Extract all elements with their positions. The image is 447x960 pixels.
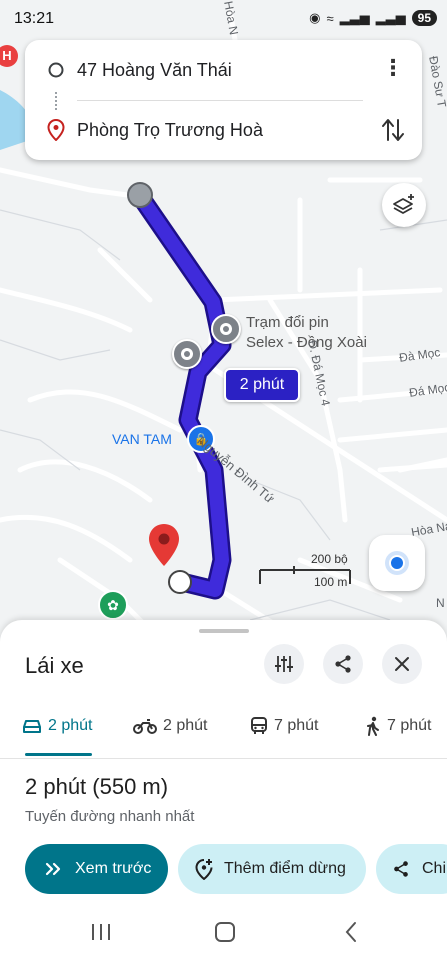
double-chevron-right-icon xyxy=(45,862,61,876)
route-options-button[interactable] xyxy=(264,644,304,684)
status-bar: 13:21 ◉ ≈ ▂▃▅ ▂▃▅ 95 xyxy=(0,0,447,38)
signal-icon: ▂▃▅ xyxy=(339,10,370,25)
preview-button[interactable]: Xem trước xyxy=(25,844,168,894)
route-summary: 2 phút (550 m) xyxy=(25,774,169,799)
car-icon xyxy=(23,720,41,733)
origin-field[interactable]: 47 Hoàng Văn Thái xyxy=(77,60,232,81)
more-options-icon[interactable]: ⋮ xyxy=(381,57,405,83)
location-status-icon: ◉ xyxy=(309,10,321,25)
poi-shop-label[interactable]: VAN TAM xyxy=(112,431,172,447)
bus-icon xyxy=(251,717,267,734)
charging-station-marker-icon[interactable] xyxy=(211,314,241,344)
destination-pin-icon[interactable] xyxy=(147,522,181,568)
motorbike-icon xyxy=(133,719,157,734)
walk-icon xyxy=(367,716,379,736)
sheet-title: Lái xe xyxy=(25,653,84,678)
tab-car-label: 2 phút xyxy=(48,717,93,734)
close-icon xyxy=(395,657,409,671)
battery-badge: 95 xyxy=(411,10,437,26)
sheet-drag-handle[interactable] xyxy=(199,629,249,633)
tune-icon xyxy=(275,656,293,672)
active-tab-indicator xyxy=(25,753,92,756)
location-dot-icon xyxy=(389,555,405,571)
system-navigation-bar xyxy=(0,900,447,960)
destination-field[interactable]: Phòng Trọ Trương Hoà xyxy=(77,120,263,141)
layers-button[interactable] xyxy=(382,183,426,227)
origin-row[interactable]: 47 Hoàng Văn Thái ⋮ xyxy=(25,45,422,95)
origin-circle-icon xyxy=(48,62,64,78)
preview-button-label: Xem trước xyxy=(75,860,152,877)
tab-walk[interactable]: 7 phút xyxy=(365,708,431,744)
home-icon[interactable] xyxy=(214,921,236,943)
share-icon xyxy=(335,655,351,673)
scale-ft-label: 200 bộ xyxy=(311,552,348,566)
status-time: 13:21 xyxy=(14,10,55,27)
add-stop-button[interactable]: Thêm điểm dừng xyxy=(178,844,366,894)
route-description: Tuyến đường nhanh nhất xyxy=(25,808,195,825)
share-route-button-label: Chi xyxy=(422,860,447,877)
signal-icon: ▂▃▅ xyxy=(375,10,406,25)
station-marker-icon[interactable] xyxy=(172,339,202,369)
tab-motorbike[interactable]: 2 phút xyxy=(133,708,207,744)
scale-bar xyxy=(259,566,351,584)
share-route-button[interactable]: Chi xyxy=(376,844,447,894)
route-card: 47 Hoàng Văn Thái ⋮ Phòng Trọ Trương Hoà xyxy=(25,40,422,160)
recent-apps-icon[interactable] xyxy=(90,922,112,942)
add-location-icon xyxy=(195,859,213,880)
swap-directions-icon[interactable] xyxy=(381,117,405,143)
tab-transit[interactable]: 7 phút xyxy=(250,708,318,744)
green-poi-marker-icon[interactable]: ✿ xyxy=(98,590,128,620)
tab-walk-label: 7 phút xyxy=(387,717,432,734)
back-icon[interactable] xyxy=(343,921,359,943)
route-separator xyxy=(77,100,363,101)
destination-pin-outline-icon xyxy=(47,119,65,141)
destination-row[interactable]: Phòng Trọ Trương Hoà xyxy=(25,105,422,155)
status-icons: ◉ ≈ ▂▃▅ ▂▃▅ 95 xyxy=(309,10,437,26)
tab-motorbike-label: 2 phút xyxy=(163,717,208,734)
street-label: N xyxy=(436,596,445,610)
share-button[interactable] xyxy=(323,644,363,684)
layers-icon xyxy=(393,194,414,214)
my-location-button[interactable] xyxy=(369,535,425,591)
tab-car[interactable]: 2 phút xyxy=(22,708,92,744)
route-time-badge-label: 2 phút xyxy=(239,376,285,393)
tab-transit-label: 7 phút xyxy=(274,717,319,734)
close-button[interactable] xyxy=(382,644,422,684)
wifi-icon: ≈ xyxy=(326,10,334,26)
tabs-divider xyxy=(0,758,447,759)
share-icon xyxy=(394,861,408,877)
add-stop-button-label: Thêm điểm dừng xyxy=(224,860,346,877)
route-time-badge[interactable]: 2 phút xyxy=(224,368,300,402)
